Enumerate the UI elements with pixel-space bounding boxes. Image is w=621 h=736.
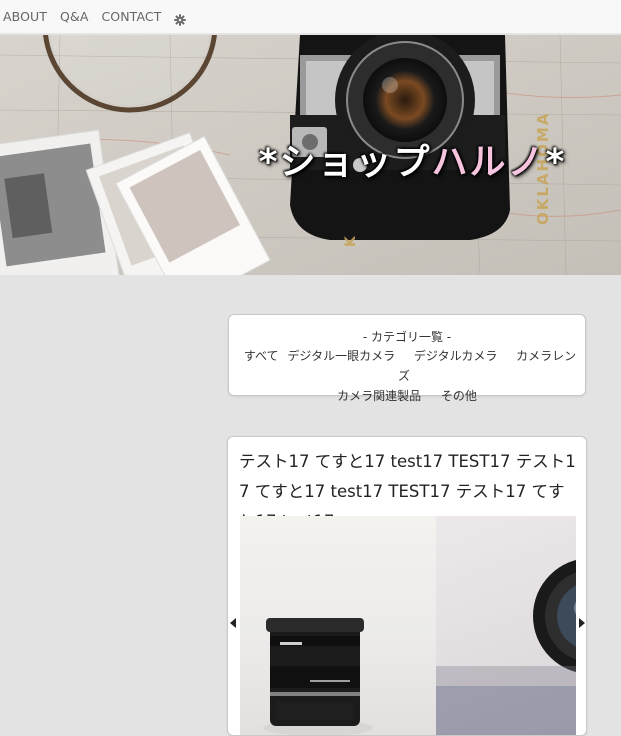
category-dslr-link[interactable]: デジタル一眼カメラ	[287, 349, 395, 363]
category-heading: - カテゴリ一覧 -	[362, 330, 452, 344]
category-other-link[interactable]: その他	[441, 389, 477, 403]
site-title-accent: ハルノ	[431, 142, 546, 183]
slide-lens-image	[240, 516, 436, 735]
slider-prev-arrow-icon[interactable]	[230, 618, 236, 628]
category-row-2: カメラ関連製品 その他	[229, 386, 585, 406]
site-title[interactable]: *ショップハルノ*	[102, 133, 621, 185]
svg-text:K: K	[343, 235, 359, 247]
slide-lens-closeup-image	[436, 516, 576, 735]
top-nav: ABOUT Q&A CONTACT	[0, 0, 621, 34]
category-accessories-link[interactable]: カメラ関連製品	[337, 389, 421, 403]
nav-contact-link[interactable]: CONTACT	[101, 9, 161, 24]
hero-banner: OKLAHOMA K *ショップハルノ*	[0, 35, 621, 275]
slider-next-arrow-icon[interactable]	[579, 618, 585, 628]
category-list-card: - カテゴリ一覧 - すべて デジタル一眼カメラ デジタルカメラ カメラレンズ …	[228, 314, 586, 403]
site-title-suffix: *	[545, 142, 567, 183]
category-row-1: すべて デジタル一眼カメラ デジタルカメラ カメラレンズ	[229, 346, 585, 386]
nav-about-link[interactable]: ABOUT	[3, 9, 47, 24]
post-image-slider[interactable]	[240, 516, 576, 735]
category-digital-camera-link[interactable]: デジタルカメラ	[414, 349, 497, 363]
nav-qa-link[interactable]: Q&A	[60, 9, 88, 24]
gear-icon[interactable]	[174, 11, 187, 26]
category-all-link[interactable]: すべて	[244, 349, 279, 363]
site-title-prefix: *ショップ	[258, 142, 432, 183]
post-card[interactable]: テスト17 てすと17 test17 TEST17 テスト17 てすと17 te…	[227, 436, 587, 736]
